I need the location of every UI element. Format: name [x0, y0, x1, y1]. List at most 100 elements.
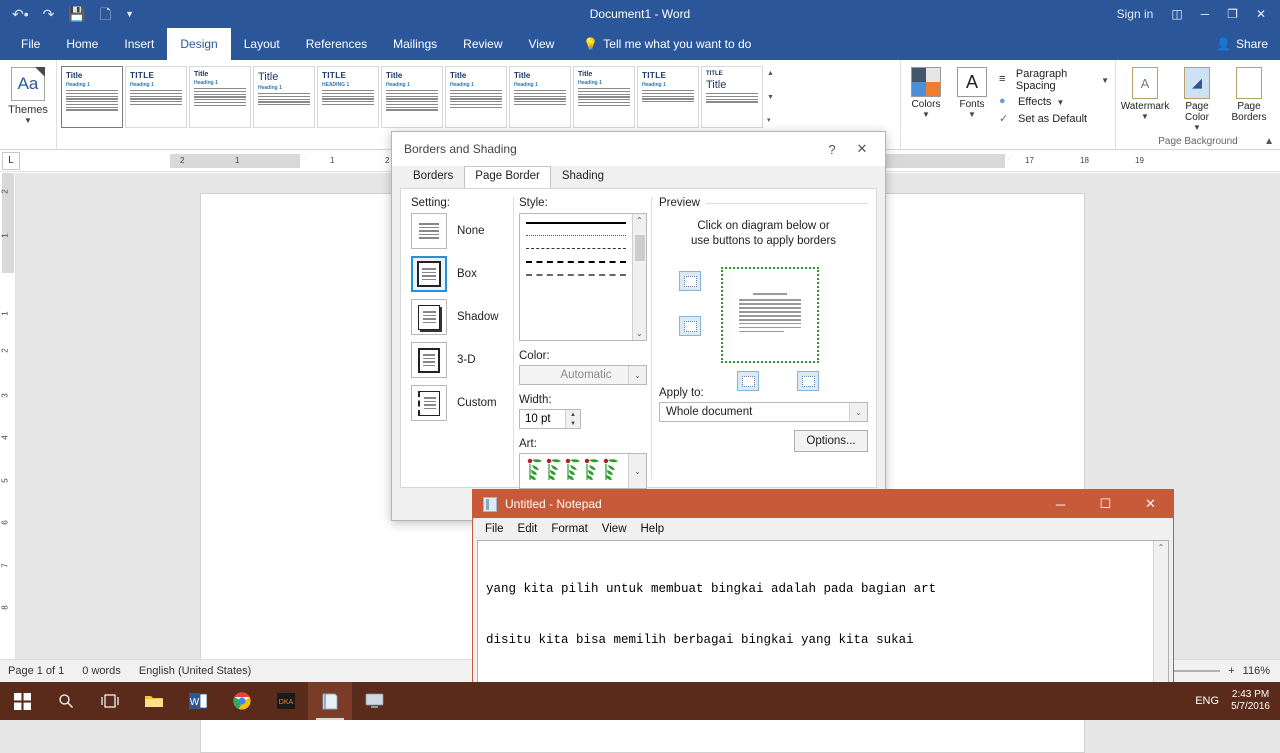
style-thumbnail[interactable]: Title Heading 1 [253, 66, 315, 128]
tab-mailings[interactable]: Mailings [380, 28, 450, 60]
style-scroll-down-icon[interactable]: ⌄ [636, 329, 643, 338]
file-explorer-icon[interactable] [132, 682, 176, 720]
notepad-scrollbar[interactable]: ⌃ ⌄ [1153, 541, 1168, 688]
undo-icon[interactable]: ↶• [12, 7, 29, 21]
notepad-menu-format[interactable]: Format [551, 523, 587, 535]
apply-to-dropdown[interactable]: Whole document ⌄ [659, 402, 868, 422]
style-item-dashed-small[interactable] [526, 247, 626, 250]
gallery-scroll-up-icon[interactable]: ▲ [767, 70, 774, 77]
notepad-content[interactable]: yang kita pilih untuk membuat bingkai ad… [478, 541, 1153, 688]
style-item-dotted[interactable] [526, 234, 626, 237]
setting-option-shadow[interactable]: Shadow [411, 299, 509, 335]
gallery-scroll-down-icon[interactable]: ▼ [767, 94, 774, 101]
dialog-help-button[interactable]: ? [817, 142, 847, 157]
apply-to-dropdown-arrow-icon[interactable]: ⌄ [849, 403, 867, 421]
redo-icon[interactable]: ↷ [43, 7, 55, 21]
options-button[interactable]: Options... [794, 430, 868, 452]
style-scroll-thumb[interactable] [634, 235, 645, 261]
style-scrollbar[interactable]: ⌃ ⌄ [632, 214, 646, 340]
setting-option-box[interactable]: Box [411, 256, 509, 292]
style-thumbnail[interactable]: Title Heading 1 [61, 66, 123, 128]
themes-button[interactable]: Aa Themes ▼ [4, 63, 52, 125]
fonts-button[interactable]: A Fonts ▼ [951, 67, 993, 119]
paragraph-spacing-caret-icon[interactable]: ▼ [1101, 76, 1109, 85]
set-as-default-button[interactable]: ✓ Set as Default [999, 112, 1109, 126]
style-thumbnail[interactable]: Title Heading 1 [381, 66, 443, 128]
indent-marker[interactable] [300, 154, 309, 168]
color-dropdown[interactable]: Automatic ⌄ [519, 365, 647, 385]
customize-quick-access-icon[interactable]: ▼ [125, 9, 134, 19]
notepad-menu-help[interactable]: Help [641, 523, 665, 535]
dialog-tab-shading[interactable]: Shading [551, 166, 615, 188]
notepad-minimize-button[interactable]: ─ [1038, 490, 1083, 518]
close-button[interactable]: ✕ [1256, 7, 1266, 21]
width-spinner[interactable]: 10 pt ▲ ▼ [519, 409, 581, 429]
ribbon-display-options-icon[interactable]: ◫ [1171, 7, 1182, 21]
style-item-dash-dot[interactable] [526, 273, 626, 276]
task-view-icon[interactable] [88, 682, 132, 720]
vertical-ruler[interactable]: 2 1 1 2 3 4 5 6 7 8 [0, 173, 16, 659]
themes-dropdown-caret-icon[interactable]: ▼ [24, 116, 32, 125]
style-thumbnail[interactable]: TITLE Heading 1 [125, 66, 187, 128]
gallery-more-icon[interactable]: ▾ [767, 117, 774, 124]
page-color-button[interactable]: ◢ Page Color ▼ [1172, 67, 1222, 132]
setting-option-3d[interactable]: 3-D [411, 342, 509, 378]
new-document-icon[interactable]: 🗋 [100, 7, 111, 21]
chrome-icon[interactable] [220, 682, 264, 720]
tab-view[interactable]: View [516, 28, 568, 60]
start-icon[interactable] [0, 682, 44, 720]
watermark-caret-icon[interactable]: ▼ [1141, 112, 1149, 121]
media-player-icon[interactable] [352, 682, 396, 720]
fonts-caret-icon[interactable]: ▼ [968, 110, 976, 119]
tab-insert[interactable]: Insert [111, 28, 167, 60]
notepad-text-area[interactable]: yang kita pilih untuk membuat bingkai ad… [477, 540, 1169, 689]
effects-caret-icon[interactable]: ▼ [1056, 98, 1064, 107]
dialog-close-button[interactable]: ✕ [847, 141, 877, 157]
page-borders-button[interactable]: Page Borders [1224, 67, 1274, 132]
style-item-solid[interactable] [526, 222, 626, 224]
right-indent-marker[interactable] [1005, 154, 1014, 168]
style-thumbnail[interactable]: TITLE HEADING 1 [317, 66, 379, 128]
tell-me-search[interactable]: 💡 Tell me what you want to do [567, 28, 751, 60]
art-dropdown-arrow-icon[interactable]: ⌄ [628, 454, 646, 488]
art-dropdown[interactable]: ⌄ [519, 453, 647, 489]
tab-stop-selector[interactable]: L [2, 151, 20, 170]
tab-home[interactable]: Home [53, 28, 111, 60]
save-icon[interactable]: 💾 [68, 7, 85, 21]
style-thumbnail[interactable]: Title Heading 1 [573, 66, 635, 128]
tab-review[interactable]: Review [450, 28, 515, 60]
style-thumbnail[interactable]: TITLE Heading 1 [637, 66, 699, 128]
right-border-button[interactable] [797, 371, 819, 391]
collapse-ribbon-icon[interactable]: ▲ [1264, 136, 1274, 147]
tab-layout[interactable]: Layout [231, 28, 293, 60]
tab-file[interactable]: File [8, 28, 53, 60]
style-thumbnail[interactable]: Title Heading 1 [189, 66, 251, 128]
notepad-menu-file[interactable]: File [485, 523, 504, 535]
zoom-in-button[interactable]: + [1228, 665, 1234, 677]
watermark-button[interactable]: A Watermark ▼ [1120, 67, 1170, 132]
dialog-tab-page-border[interactable]: Page Border [464, 166, 551, 188]
word-count-status[interactable]: 0 words [82, 665, 121, 677]
width-decrease-icon[interactable]: ▼ [566, 419, 580, 428]
style-thumbnail[interactable]: Title Heading 1 [445, 66, 507, 128]
notepad-scroll-up-icon[interactable]: ⌃ [1158, 543, 1165, 552]
minimize-button[interactable]: ─ [1201, 7, 1210, 21]
sign-in-button[interactable]: Sign in [1117, 7, 1154, 21]
paragraph-spacing-button[interactable]: ≡ Paragraph Spacing ▼ [999, 68, 1109, 92]
setting-option-custom[interactable]: Custom [411, 385, 509, 421]
style-thumbnail[interactable]: TITLE Title [701, 66, 763, 128]
effects-button[interactable]: ● Effects ▼ [999, 95, 1109, 109]
notepad-menu-edit[interactable]: Edit [518, 523, 538, 535]
notepad-close-button[interactable]: ✕ [1128, 490, 1173, 518]
style-thumbnail[interactable]: Title Heading 1 [509, 66, 571, 128]
word-icon[interactable]: W [176, 682, 220, 720]
notepad-maximize-button[interactable]: ☐ [1083, 490, 1128, 518]
bottom-border-button[interactable] [679, 316, 701, 336]
style-scroll-up-icon[interactable]: ⌃ [636, 216, 643, 225]
color-dropdown-arrow-icon[interactable]: ⌄ [628, 366, 646, 384]
tab-design[interactable]: Design [167, 28, 231, 60]
notepad-icon[interactable] [308, 682, 352, 720]
tray-language[interactable]: ENG [1195, 695, 1219, 707]
page-count-status[interactable]: Page 1 of 1 [8, 665, 64, 677]
share-button[interactable]: 👤 Share [1204, 28, 1280, 60]
